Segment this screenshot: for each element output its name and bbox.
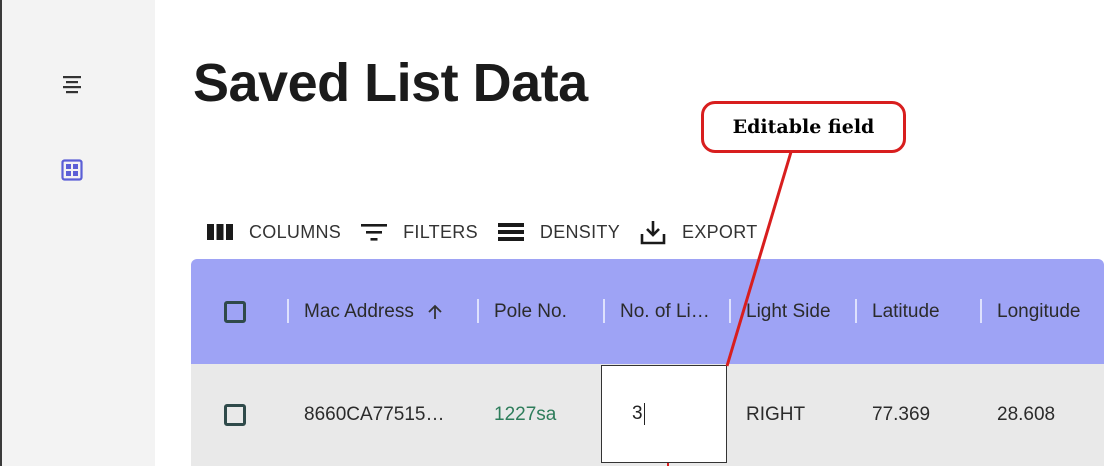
column-header-label: No. of Li…	[620, 300, 710, 322]
column-header-label: Longitude	[997, 300, 1081, 322]
cell-latitude[interactable]: 77.369	[872, 364, 930, 466]
row-checkbox[interactable]	[224, 404, 246, 426]
edit-input-value: 3	[632, 403, 643, 424]
density-label: DENSITY	[539, 221, 621, 242]
column-separator[interactable]	[287, 299, 289, 323]
filter-icon	[359, 217, 389, 247]
column-separator[interactable]	[855, 299, 857, 323]
density-icon	[496, 217, 526, 247]
export-label: EXPORT	[682, 221, 758, 242]
cell-pole-no[interactable]: 1227sa	[494, 364, 556, 466]
no-of-lights-edit-input[interactable]: 3	[601, 365, 727, 463]
filters-button[interactable]: FILTERS	[359, 217, 478, 247]
text-caret	[643, 403, 645, 425]
cell-longitude[interactable]: 28.608	[997, 364, 1055, 466]
column-header-pole-no[interactable]: Pole No.	[494, 259, 567, 364]
export-button[interactable]: EXPORT	[638, 217, 758, 247]
grid-toolbar: COLUMNS FILTERS DENSITY EXPORT	[205, 215, 776, 249]
sort-ascending-icon[interactable]	[426, 303, 444, 321]
cell-light-side[interactable]: RIGHT	[746, 364, 805, 466]
column-header-label: Light Side	[746, 300, 831, 322]
column-header-latitude[interactable]: Latitude	[872, 259, 940, 364]
download-icon	[638, 217, 668, 247]
editable-field-callout: Editable field	[701, 101, 906, 153]
column-header-light-side[interactable]: Light Side	[746, 259, 831, 364]
column-separator[interactable]	[980, 299, 982, 323]
main-content: Saved List Data COLUMNS FILTERS DENSITY …	[155, 0, 1104, 466]
column-separator[interactable]	[729, 299, 731, 323]
page-title: Saved List Data	[193, 53, 588, 113]
columns-label: COLUMNS	[249, 221, 342, 242]
columns-icon	[205, 217, 235, 247]
column-separator[interactable]	[603, 299, 605, 323]
column-header-label: Mac Address	[304, 300, 414, 322]
density-button[interactable]: DENSITY	[496, 217, 620, 247]
column-separator[interactable]	[477, 299, 479, 323]
column-header-label: Pole No.	[494, 300, 567, 322]
cell-mac-address[interactable]: 8660CA77515…	[304, 364, 445, 466]
filters-label: FILTERS	[403, 221, 478, 242]
select-all-checkbox-cell	[224, 259, 246, 364]
column-header-mac-address[interactable]: Mac Address	[304, 259, 444, 364]
grid-view-icon[interactable]	[57, 155, 87, 185]
sidebar	[2, 0, 155, 466]
select-all-checkbox[interactable]	[224, 300, 246, 323]
columns-button[interactable]: COLUMNS	[205, 217, 341, 247]
menu-icon[interactable]	[57, 70, 87, 100]
column-header-label: Latitude	[872, 300, 940, 322]
column-header-longitude[interactable]: Longitude	[997, 259, 1080, 364]
row-checkbox-cell	[224, 364, 246, 466]
grid-header-row: Mac Address Pole No. No. of Li… Light Si…	[191, 259, 1104, 364]
callout-label: Editable field	[732, 116, 875, 138]
column-header-no-of-lights[interactable]: No. of Li…	[620, 259, 710, 364]
